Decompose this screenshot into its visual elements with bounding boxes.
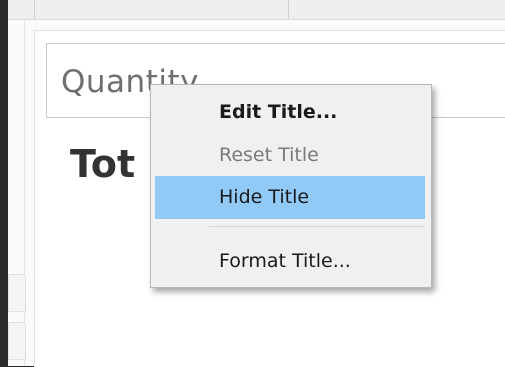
left-panel-tab[interactable]	[8, 322, 26, 360]
window-edge	[0, 0, 8, 366]
left-panel-tab[interactable]	[8, 274, 26, 312]
toolbar-divider	[34, 0, 35, 19]
toolbar-strip	[0, 0, 505, 20]
menu-item-edit-title[interactable]: Edit Title...	[155, 91, 425, 134]
toolbar-divider	[288, 0, 289, 19]
menu-item-reset-title: Reset Title	[219, 144, 319, 166]
title-context-menu: Edit Title... Reset Title Hide Title For…	[150, 84, 432, 288]
sheet-title: Tot	[70, 142, 136, 186]
menu-item-hide-title[interactable]: Hide Title	[155, 176, 425, 219]
menu-separator	[209, 226, 425, 227]
menu-item-format-title[interactable]: Format Title...	[155, 240, 425, 283]
app-window: Quantity Tot Edit Title... Reset Title H…	[0, 0, 505, 367]
workspace: Quantity Tot Edit Title... Reset Title H…	[0, 0, 505, 367]
